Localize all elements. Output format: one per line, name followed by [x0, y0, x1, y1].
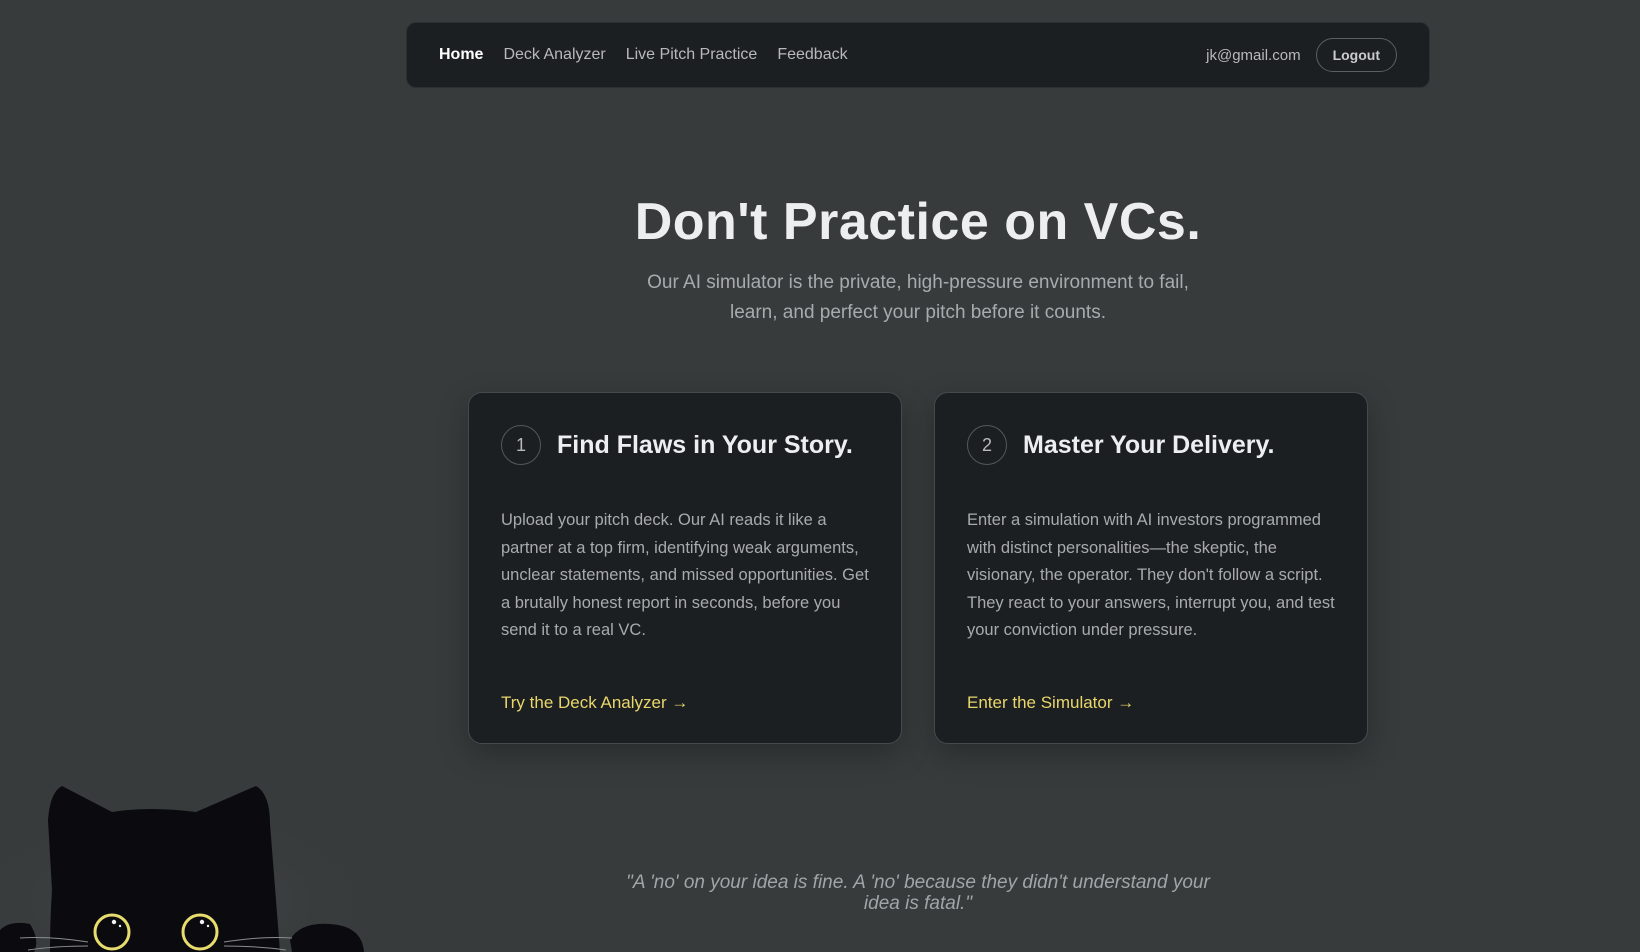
nav-link-live-pitch-practice[interactable]: Live Pitch Practice [626, 46, 758, 64]
nav-link-home[interactable]: Home [439, 46, 483, 64]
card-header: 1 Find Flaws in Your Story. [501, 425, 869, 465]
step-number-badge: 2 [967, 425, 1007, 465]
try-deck-analyzer-link[interactable]: Try the Deck Analyzer → [501, 693, 688, 713]
nav-user-area: jk@gmail.com Logout [1206, 38, 1397, 72]
nav-link-feedback[interactable]: Feedback [777, 46, 847, 64]
card-description: Upload your pitch deck. Our AI reads it … [501, 511, 869, 639]
nav-link-deck-analyzer[interactable]: Deck Analyzer [503, 46, 605, 64]
feature-card-simulator: 2 Master Your Delivery. Enter a simulati… [934, 392, 1368, 744]
user-email: jk@gmail.com [1206, 46, 1301, 64]
cat-mascot-icon [0, 780, 380, 952]
enter-simulator-link[interactable]: Enter the Simulator → [967, 693, 1134, 713]
step-number-badge: 1 [501, 425, 541, 465]
logout-button[interactable]: Logout [1315, 38, 1397, 72]
testimonial-quote: "A 'no' on your idea is fine. A 'no' bec… [626, 872, 1210, 914]
hero-title: Don't Practice on VCs. [634, 193, 1202, 251]
nav-links: Home Deck Analyzer Live Pitch Practice F… [439, 46, 848, 64]
feature-card-deck-analyzer: 1 Find Flaws in Your Story. Upload your … [468, 392, 902, 744]
card-title: Master Your Delivery. [1023, 430, 1275, 459]
top-navbar: Home Deck Analyzer Live Pitch Practice F… [406, 22, 1430, 88]
card-header: 2 Master Your Delivery. [967, 425, 1335, 465]
card-title: Find Flaws in Your Story. [557, 430, 853, 459]
card-description: Enter a simulation with AI investors pro… [967, 511, 1335, 639]
hero-subtitle: Our AI simulator is the private, high-pr… [647, 272, 1189, 323]
